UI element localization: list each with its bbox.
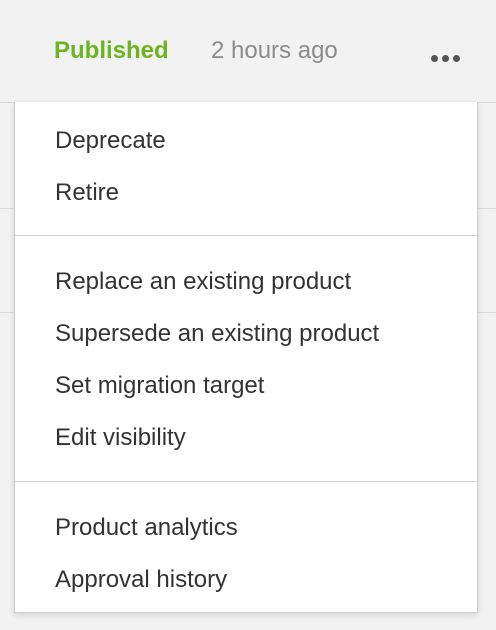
timestamp: 2 hours ago — [211, 37, 338, 64]
status-badge: Published — [54, 37, 169, 64]
actions-dropdown-menu: Deprecate Retire Replace an existing pro… — [14, 102, 478, 613]
menu-divider — [15, 481, 477, 482]
menu-item-set-migration-target[interactable]: Set migration target — [55, 371, 264, 401]
item-header-row: Published 2 hours ago — [0, 0, 496, 103]
menu-divider — [15, 235, 477, 236]
menu-item-approval-history[interactable]: Approval history — [55, 565, 227, 595]
more-options-button[interactable] — [422, 44, 470, 72]
menu-item-product-analytics[interactable]: Product analytics — [55, 513, 238, 543]
menu-item-retire[interactable]: Retire — [55, 178, 119, 208]
menu-item-replace-product[interactable]: Replace an existing product — [55, 267, 351, 297]
menu-item-edit-visibility[interactable]: Edit visibility — [55, 423, 186, 453]
menu-item-supersede-product[interactable]: Supersede an existing product — [55, 319, 379, 349]
menu-item-deprecate[interactable]: Deprecate — [55, 126, 166, 156]
